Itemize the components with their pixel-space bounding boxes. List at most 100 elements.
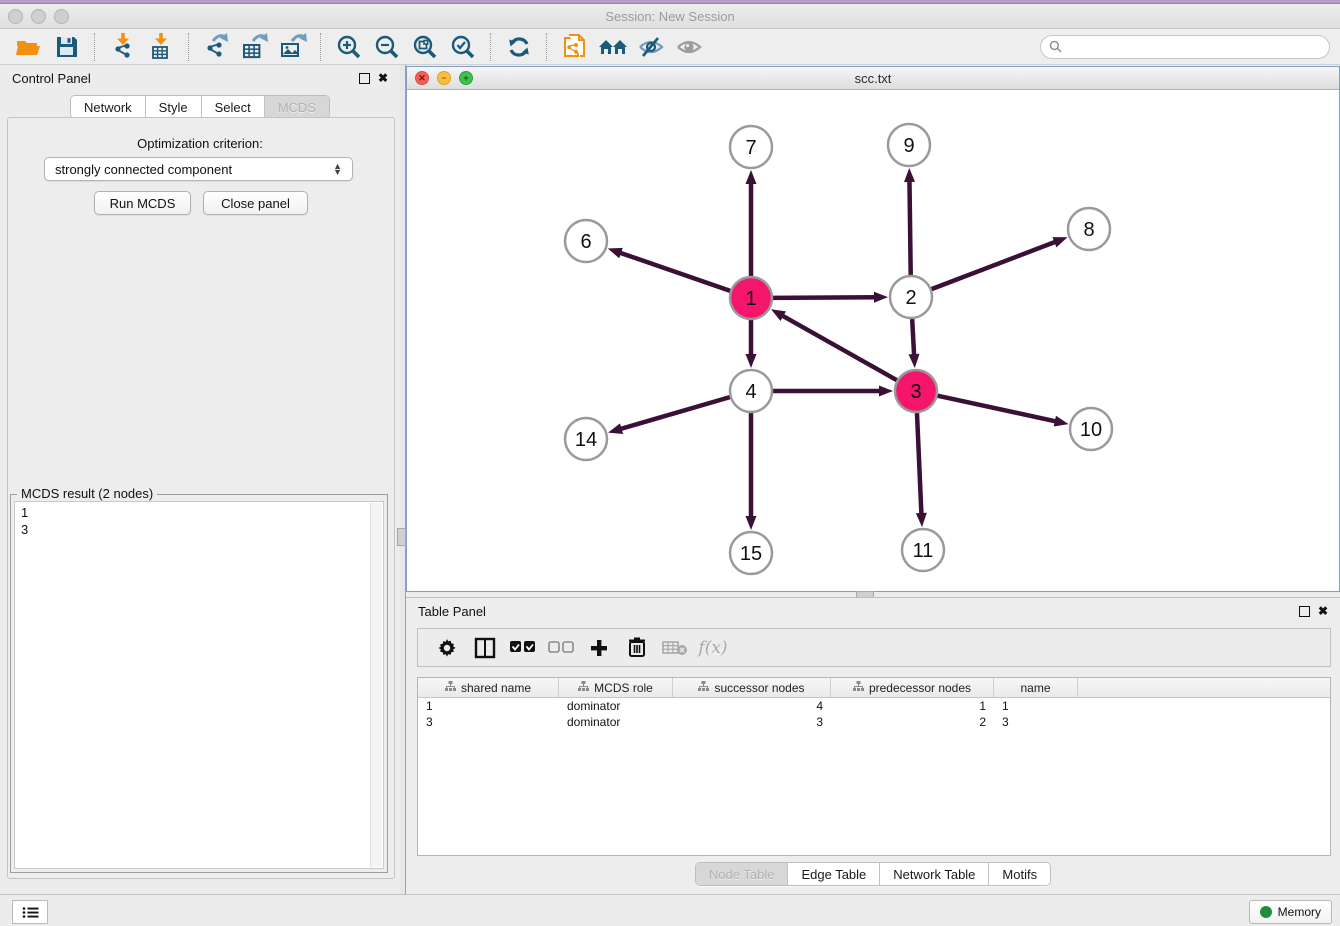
toolbar-separator [320, 33, 322, 61]
cell-MCDS-role[interactable]: dominator [559, 715, 673, 729]
svg-text:1: 1 [745, 288, 756, 310]
cell-successor-nodes[interactable]: 3 [673, 715, 831, 729]
import-network-icon[interactable] [106, 32, 140, 62]
column-header-successor-nodes[interactable]: successor nodes [673, 678, 831, 697]
node-9[interactable]: 9 [888, 124, 930, 166]
node-11[interactable]: 11 [902, 529, 944, 571]
network-window-titlebar[interactable]: ✕ − + scc.txt [407, 67, 1339, 90]
mcds-result-textarea[interactable]: 13 [14, 501, 384, 869]
memory-button[interactable]: Memory [1249, 900, 1332, 924]
node-table[interactable]: shared nameMCDS role successor nodes prede… [417, 677, 1331, 856]
tab-network[interactable]: Network [71, 96, 146, 118]
node-15[interactable]: 15 [730, 532, 772, 574]
node-1[interactable]: 1 [730, 277, 772, 319]
hide-selected-icon[interactable] [634, 32, 668, 62]
refresh-layout-icon[interactable] [502, 32, 536, 62]
cell-shared-name[interactable]: 1 [418, 699, 559, 713]
edge-3-10[interactable] [937, 396, 1057, 422]
edge-1-6[interactable] [618, 252, 730, 291]
edge-arrowhead [608, 423, 623, 434]
search-input[interactable] [1067, 39, 1321, 55]
search-box[interactable] [1040, 35, 1330, 59]
column-header-MCDS-role[interactable]: MCDS role [559, 678, 673, 697]
cell-successor-nodes[interactable]: 4 [673, 699, 831, 713]
node-14[interactable]: 14 [565, 418, 607, 460]
close-panel-icon[interactable]: ✖ [1318, 605, 1328, 617]
function-builder-icon[interactable]: f(x) [698, 634, 728, 662]
export-network-icon[interactable] [200, 32, 234, 62]
split-columns-icon[interactable] [470, 634, 500, 662]
window-title: Session: New Session [0, 9, 1340, 24]
import-table-icon[interactable] [144, 32, 178, 62]
edge-2-9[interactable] [909, 179, 910, 275]
edge-2-8[interactable] [932, 241, 1058, 289]
settings-gear-icon[interactable] [432, 634, 462, 662]
cell-name[interactable]: 3 [994, 715, 1078, 729]
export-image-icon[interactable] [276, 32, 310, 62]
float-panel-icon[interactable] [1299, 606, 1310, 617]
edge-2-3[interactable] [912, 319, 914, 357]
first-neighbors-icon[interactable] [596, 32, 630, 62]
tab-mcds[interactable]: MCDS [265, 96, 329, 118]
zoom-fit-icon[interactable] [408, 32, 442, 62]
clone-network-icon[interactable] [558, 32, 592, 62]
mcds-result-title: MCDS result (2 nodes) [17, 486, 157, 501]
control-panel-title: Control Panel [12, 71, 91, 86]
tab-group: Node TableEdge TableNetwork TableMotifs [695, 862, 1051, 886]
cell-shared-name[interactable]: 3 [418, 715, 559, 729]
node-2[interactable]: 2 [890, 276, 932, 318]
column-header-label: successor nodes [714, 681, 804, 695]
result-scrollbar[interactable] [370, 503, 382, 867]
open-session-icon[interactable] [12, 32, 46, 62]
tab-edge-table[interactable]: Edge Table [788, 863, 880, 885]
cell-name[interactable]: 1 [994, 699, 1078, 713]
task-history-button[interactable] [12, 900, 48, 924]
column-header-name[interactable]: name [994, 678, 1078, 697]
cell-predecessor-nodes[interactable]: 1 [831, 699, 994, 713]
criterion-dropdown[interactable]: strongly connected component ▲▼ [44, 157, 353, 181]
svg-text:10: 10 [1080, 419, 1102, 441]
tab-motifs[interactable]: Motifs [989, 863, 1050, 885]
tab-select[interactable]: Select [202, 96, 265, 118]
cell-predecessor-nodes[interactable]: 2 [831, 715, 994, 729]
zoom-out-icon[interactable] [370, 32, 404, 62]
table-panel: Table Panel ✖ f(x) shared nameMCDS roles… [406, 597, 1340, 894]
close-panel-icon[interactable]: ✖ [378, 72, 388, 84]
tab-group: NetworkStyleSelectMCDS [70, 95, 330, 119]
zoom-selected-icon[interactable] [446, 32, 480, 62]
node-8[interactable]: 8 [1068, 208, 1110, 250]
edge-3-1[interactable] [781, 315, 897, 381]
table-tabs: Node TableEdge TableNetwork TableMotifs [406, 862, 1340, 886]
tab-network-table[interactable]: Network Table [880, 863, 989, 885]
float-panel-icon[interactable] [359, 73, 370, 84]
edge-3-11[interactable] [917, 413, 922, 516]
zoom-in-icon[interactable] [332, 32, 366, 62]
select-all-checks-icon[interactable] [508, 634, 538, 662]
export-table-icon[interactable] [238, 32, 272, 62]
add-column-icon[interactable] [584, 634, 614, 662]
edge-1-2[interactable] [773, 297, 877, 298]
splitter-handle[interactable] [397, 528, 406, 546]
column-header-predecessor-nodes[interactable]: predecessor nodes [831, 678, 994, 697]
close-panel-button[interactable]: Close panel [203, 191, 308, 215]
node-10[interactable]: 10 [1070, 408, 1112, 450]
show-hidden-icon[interactable] [672, 32, 706, 62]
tab-style[interactable]: Style [146, 96, 202, 118]
tab-node-table[interactable]: Node Table [696, 863, 789, 885]
cell-MCDS-role[interactable]: dominator [559, 699, 673, 713]
node-7[interactable]: 7 [730, 126, 772, 168]
edge-4-14[interactable] [619, 397, 730, 429]
node-4[interactable]: 4 [730, 370, 772, 412]
node-3[interactable]: 3 [895, 370, 937, 412]
column-header-shared-name[interactable]: shared name [418, 678, 559, 697]
network-canvas[interactable]: 7 9 6 8 1 2 4 3 14 10 15 11 [407, 89, 1339, 591]
delete-table-icon[interactable] [660, 634, 690, 662]
deselect-all-icon[interactable] [546, 634, 576, 662]
table-row[interactable]: 1dominator411 [418, 698, 1330, 714]
table-row[interactable]: 3dominator323 [418, 714, 1330, 730]
save-session-icon[interactable] [50, 32, 84, 62]
node-6[interactable]: 6 [565, 220, 607, 262]
svg-text:15: 15 [740, 543, 762, 565]
delete-column-icon[interactable] [622, 634, 652, 662]
run-mcds-button[interactable]: Run MCDS [94, 191, 191, 215]
